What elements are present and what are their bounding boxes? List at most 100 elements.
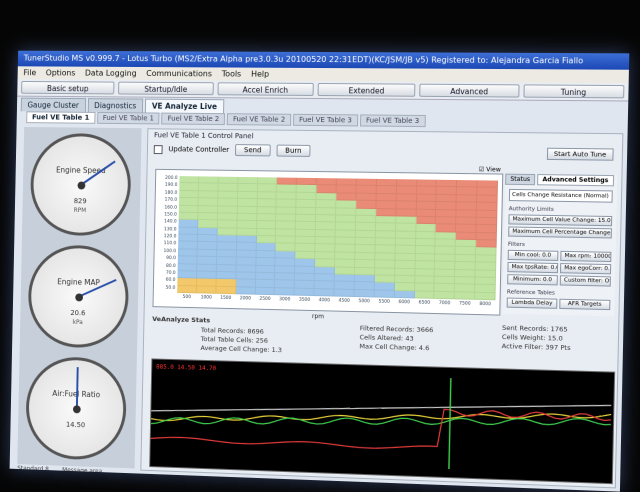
max-cell-percent-change-button[interactable]: Maximum Cell Percentage Change: 15.0: [508, 226, 612, 239]
ve-cell[interactable]: [294, 288, 315, 297]
footer-left: Standard 8: [17, 465, 49, 474]
active-filter: Active Filter: 397 Pts: [501, 342, 571, 353]
menu-communications[interactable]: Communications: [146, 67, 212, 80]
filter-button[interactable]: Max egoCorr: 0.0: [559, 263, 612, 275]
menu-tools[interactable]: Tools: [222, 67, 242, 80]
ve-cell[interactable]: [196, 286, 217, 294]
col-label: 2500: [259, 296, 271, 303]
gauge-hub: [75, 293, 84, 302]
avg-cell-change: Average Cell Change: 1.3: [200, 343, 282, 355]
update-controller-checkbox[interactable]: [153, 144, 163, 154]
ve-cell[interactable]: [216, 286, 236, 295]
max-cell-value-change-button[interactable]: Maximum Cell Value Change: 15.0: [508, 214, 613, 227]
ve-cell[interactable]: [255, 287, 276, 296]
lambda-delay-button[interactable]: Lambda Delay: [506, 297, 558, 309]
col-label: 3500: [298, 297, 311, 303]
ve-cell[interactable]: [177, 285, 197, 294]
menu-data-logging[interactable]: Data Logging: [85, 67, 137, 80]
advanced-button[interactable]: Advanced: [419, 83, 520, 98]
startup-idle-button[interactable]: Startup/Idle: [118, 81, 214, 96]
tab-fuel-ve-table-3-alt[interactable]: Fuel VE Table 3: [359, 114, 426, 128]
gauge-column: Engine Speed 829 RPM Engine MAP 20.6 kPa…: [17, 126, 142, 469]
gauge-unit: RPM: [73, 207, 87, 215]
menu-file[interactable]: File: [23, 66, 36, 79]
filters-heading: Filters: [507, 241, 525, 249]
cell-change-resistance-select[interactable]: Cells Change Resistance (Normal): [508, 188, 613, 203]
col-label: 7000: [438, 300, 451, 307]
stats-heading: VeAnalyze Stats: [152, 315, 211, 325]
ve-cell[interactable]: [374, 290, 395, 298]
side-tabs: Status Advanced Settings: [505, 173, 617, 187]
burn-button[interactable]: Burn: [276, 144, 311, 157]
log-trace: [151, 400, 611, 435]
accel-enrich-button[interactable]: Accel Enrich: [217, 82, 314, 96]
filter-row: Minimum: 0.0 Custom filter: Off: [507, 274, 611, 287]
tab-ve-analyze-live[interactable]: VE Analyze Live: [144, 98, 224, 114]
menu-options[interactable]: Options: [46, 66, 76, 79]
ve-cell[interactable]: [354, 289, 375, 298]
engine-speed-gauge: Engine Speed 829 RPM: [29, 132, 132, 237]
cells-weight: Cells Weight: 15.0: [501, 332, 563, 343]
reference-tables-heading: Reference Tables: [506, 289, 556, 297]
gauge-value: 829: [73, 197, 87, 206]
col-label: 5500: [378, 299, 390, 305]
tab-fuel-ve-table-2[interactable]: Fuel VE Table 2: [161, 112, 226, 126]
col-label: 2000: [239, 296, 252, 302]
col-label: 1500: [220, 295, 232, 302]
log-spike: [449, 378, 451, 469]
filter-button[interactable]: Max rpm: 10000.0: [560, 250, 612, 263]
gauge-unit: kPa: [72, 318, 83, 327]
row-label: 50.0: [165, 285, 176, 291]
ve-cell[interactable]: [434, 291, 455, 300]
tab-fuel-ve-table-3[interactable]: Fuel VE Table 3: [293, 113, 359, 127]
gauge-value: 14.50: [65, 420, 86, 430]
start-auto-tune-button[interactable]: Start Auto Tune: [546, 147, 614, 161]
col-label: 4500: [338, 298, 350, 304]
ve-cell[interactable]: [454, 291, 476, 300]
ve-cell[interactable]: [394, 290, 415, 299]
app-window: TunerStudio MS v0.999.7 - Lotus Turbo (M…: [9, 50, 630, 492]
tab-gauge-cluster[interactable]: Gauge Cluster: [20, 97, 86, 112]
tab-advanced-settings[interactable]: Advanced Settings: [537, 174, 614, 187]
col-label: 3000: [278, 297, 291, 303]
filter-button[interactable]: Min cool: 0.0: [507, 249, 559, 261]
filter-button[interactable]: Max tpsRate: 0.0: [507, 261, 559, 274]
tab-fuel-ve-table-2-alt[interactable]: Fuel VE Table 2: [226, 113, 292, 126]
tab-status[interactable]: Status: [505, 173, 536, 186]
ve-cell[interactable]: [414, 290, 435, 299]
col-label: 5000: [358, 299, 370, 305]
cells-altered: Cells Altered: 43: [359, 333, 414, 343]
ve-cell[interactable]: [235, 286, 256, 295]
col-label: 6000: [398, 300, 411, 306]
update-controller-label: Update Controller: [168, 145, 230, 154]
filter-button[interactable]: Custom filter: Off: [559, 275, 611, 287]
control-row: Update Controller Send Burn: [153, 143, 311, 157]
max-cell-change: Max Cell Change: 4.6: [359, 342, 430, 353]
tab-fuel-ve-table-1[interactable]: Fuel VE Table 1: [26, 111, 96, 124]
tuning-button[interactable]: Tuning: [523, 84, 625, 99]
ve-control-panel: Fuel VE Table 1 Control Panel Update Con…: [140, 128, 624, 489]
tab-fuel-ve-table-1-alt[interactable]: Fuel VE Table 1: [96, 111, 160, 125]
reference-row: Lambda Delay AFR Targets: [506, 297, 611, 311]
menu-help[interactable]: Help: [251, 68, 269, 81]
afr-targets-button[interactable]: AFR Targets: [559, 298, 611, 311]
col-label: 500: [182, 294, 192, 301]
gauge-needle: [75, 367, 79, 409]
extended-button[interactable]: Extended: [317, 82, 416, 97]
log-trace-canvas: [150, 359, 614, 483]
authority-limits-heading: Authority Limits: [508, 206, 554, 213]
ve-cell[interactable]: [475, 292, 496, 301]
send-button[interactable]: Send: [234, 144, 271, 157]
gauge-value: 20.6: [70, 309, 86, 318]
filter-button[interactable]: Minimum: 0.0: [507, 274, 558, 286]
tab-diagnostics[interactable]: Diagnostics: [87, 98, 144, 113]
ve-cell[interactable]: [334, 289, 355, 297]
ve-table-grid: [177, 176, 499, 301]
gauge-title: Engine Speed: [55, 165, 106, 176]
ve-cell[interactable]: [274, 287, 295, 296]
data-log-graph: 885.0 14.50 14.70: [149, 358, 616, 485]
basic-setup-button[interactable]: Basic setup: [21, 80, 115, 95]
gauge-hub: [72, 405, 81, 414]
ve-table: 200.0 190.0 180.0 170.0 160.0 150.0 140.0 130.0…: [152, 168, 504, 316]
ve-cell[interactable]: [314, 288, 335, 297]
